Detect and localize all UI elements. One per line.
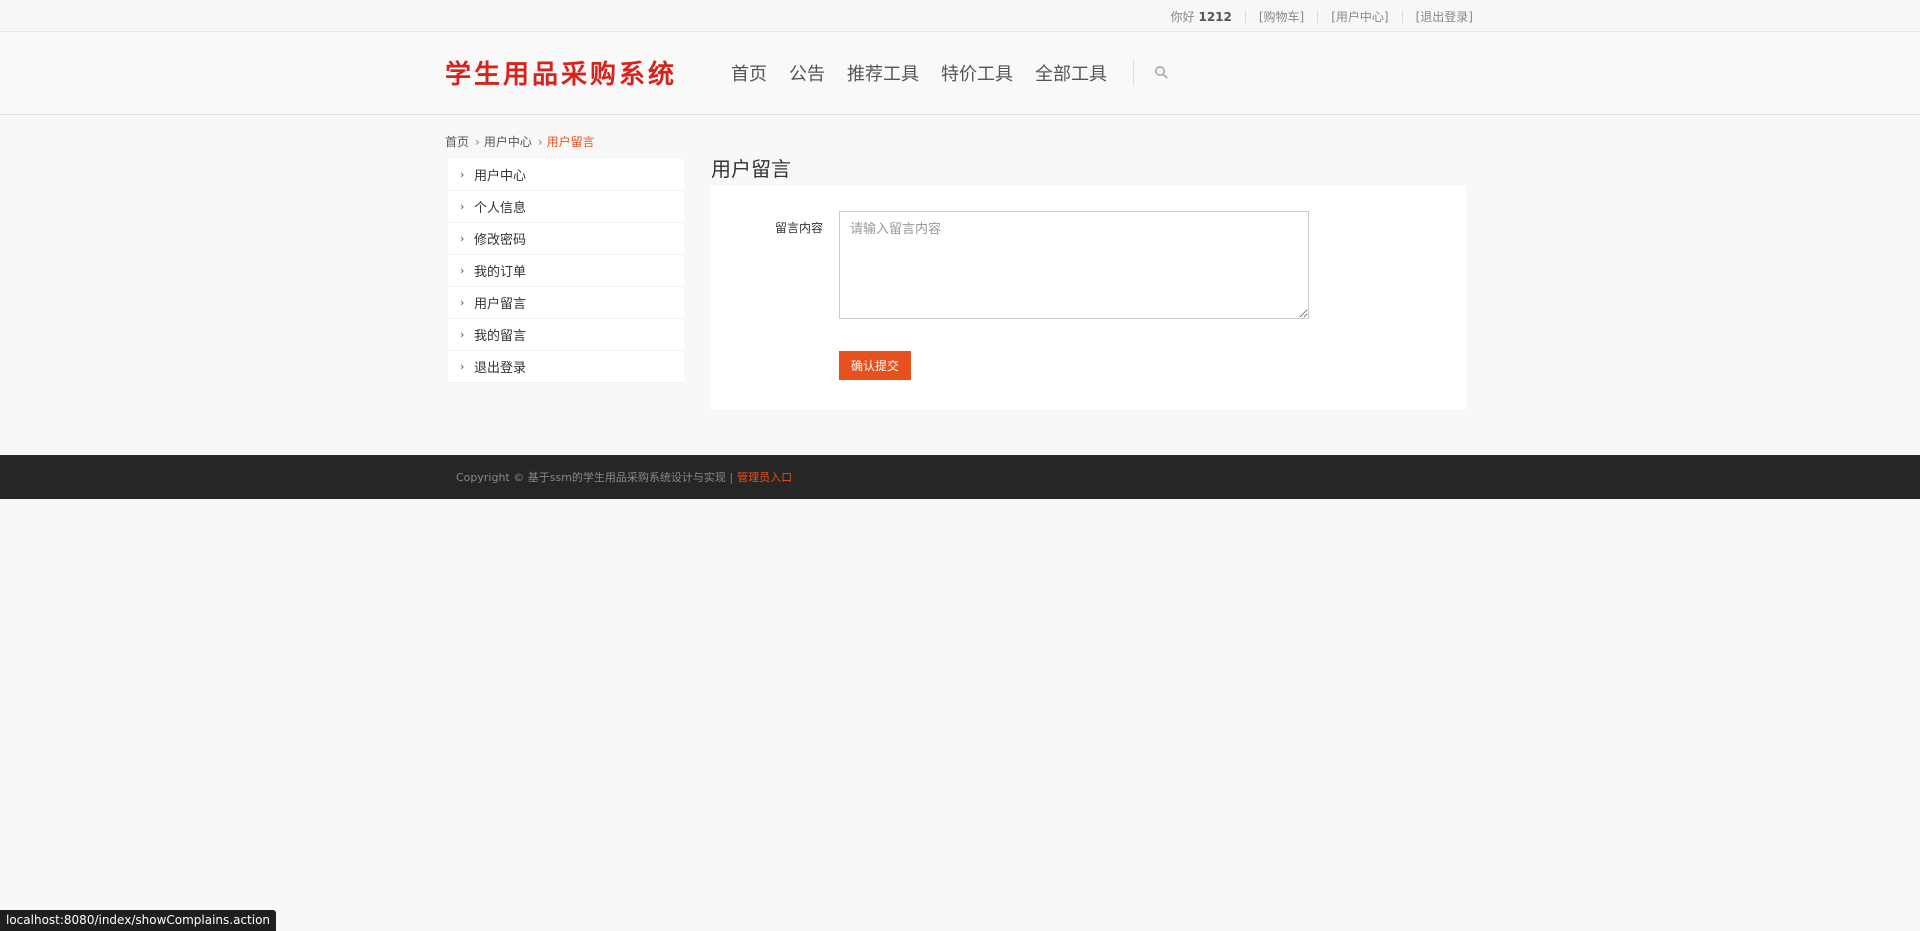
nav-all[interactable]: 全部工具 [1035,60,1107,86]
sidebar-item-label: 我的留言 [474,329,527,344]
main-panel: 用户留言 留言内容 确认提交 [711,155,1466,409]
nav-home[interactable]: 首页 [731,60,767,86]
submit-button[interactable]: 确认提交 [839,351,911,380]
sidebar: › 用户中心 › 个人信息 › 修改密码 › 我的订单 › 用户留言 › 我的留言 › 退出登… [448,159,684,383]
chevron-right-icon: › [460,168,465,181]
admin-entry-link[interactable]: 管理员入口 [737,469,792,485]
logout-link[interactable]: [退出登录] [1416,8,1473,25]
search-icon[interactable] [1154,65,1170,81]
sidebar-item-my-messages[interactable]: › 我的留言 [448,319,684,351]
username: 1212 [1198,9,1232,24]
sidebar-item-label: 退出登录 [474,361,527,376]
sidebar-item-label: 用户中心 [474,169,527,184]
sidebar-item-label: 个人信息 [474,201,527,216]
message-textarea[interactable] [839,211,1309,319]
breadcrumb-user-center[interactable]: 用户中心 [484,135,532,149]
top-links: 你好 1212 [购物车] [用户中心] [退出登录] [1170,0,1473,32]
nav-special[interactable]: 特价工具 [941,60,1013,86]
message-label: 留言内容 [775,221,824,235]
chevron-right-icon: › [460,264,465,277]
footer: Copyright © 基于ssm的学生用品采购系统设计与实现 | 管理员入口 [0,455,1920,499]
sidebar-item-logout[interactable]: › 退出登录 [448,351,684,383]
sidebar-item-label: 用户留言 [474,297,527,312]
sidebar-item-orders[interactable]: › 我的订单 [448,255,684,287]
message-form: 留言内容 确认提交 [711,185,1466,409]
main-nav: 首页 公告 推荐工具 特价工具 全部工具 [731,32,1170,114]
sidebar-item-password[interactable]: › 修改密码 [448,223,684,255]
nav-recommended[interactable]: 推荐工具 [847,60,919,86]
page-title: 用户留言 [711,157,791,181]
breadcrumb-home[interactable]: 首页 [445,135,469,149]
site-logo[interactable]: 学生用品采购系统 [445,54,677,91]
chevron-right-icon: › [460,296,465,309]
divider [1244,9,1246,23]
user-center-link[interactable]: [用户中心] [1331,8,1388,25]
chevron-right-icon: › [460,232,465,245]
chevron-right-icon: › [460,328,465,341]
nav-divider [1133,60,1134,86]
sidebar-item-label: 修改密码 [474,233,527,248]
divider [1401,9,1403,23]
breadcrumb: 首页 › 用户中心 › 用户留言 [445,115,1475,155]
sidebar-item-label: 我的订单 [474,265,527,280]
content: › 用户中心 › 个人信息 › 修改密码 › 我的订单 › 用户留言 › 我的留言 › 退出登… [445,155,1475,409]
greeting: 你好 1212 [1170,8,1231,25]
nav-notice[interactable]: 公告 [789,60,825,86]
sidebar-item-leave-message[interactable]: › 用户留言 [448,287,684,319]
copyright-text: Copyright © 基于ssm的学生用品采购系统设计与实现 | [456,471,734,484]
breadcrumb-current: 用户留言 [546,135,595,149]
divider [1317,9,1319,23]
greeting-prefix: 你好 [1170,9,1195,24]
sidebar-item-user-center[interactable]: › 用户中心 [448,159,684,191]
chevron-right-icon: › [537,135,543,149]
header: 学生用品采购系统 首页 公告 推荐工具 特价工具 全部工具 [0,32,1920,115]
top-bar: 你好 1212 [购物车] [用户中心] [退出登录] [0,0,1920,32]
chevron-right-icon: › [460,360,465,373]
chevron-right-icon: › [460,200,465,213]
chevron-right-icon: › [475,135,480,149]
sidebar-item-profile[interactable]: › 个人信息 [448,191,684,223]
cart-link[interactable]: [购物车] [1259,8,1304,25]
status-bar-url: localhost:8080/index/showComplains.actio… [0,910,277,931]
